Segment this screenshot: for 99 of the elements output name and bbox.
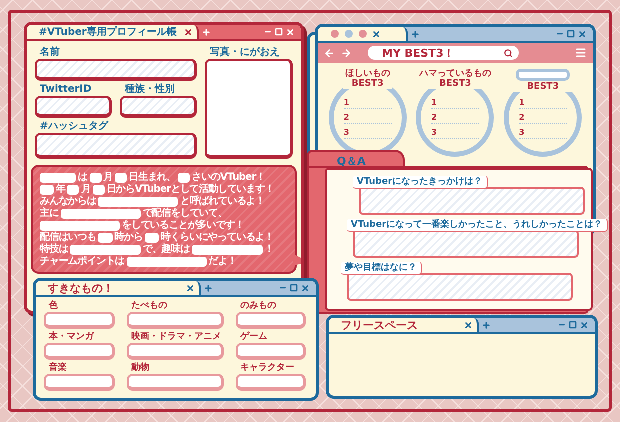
field-label: #ハッシュタグ	[38, 121, 110, 133]
fill-in-blank[interactable]	[90, 172, 102, 182]
answer-box[interactable]	[359, 187, 585, 215]
rank-number: 1	[519, 98, 525, 106]
sentence-text: 年	[56, 184, 66, 195]
fill-in-blank[interactable]	[192, 244, 263, 254]
rank-number: 3	[344, 128, 350, 136]
sentence-text: みんなからは	[40, 196, 96, 207]
field-label: のみもの	[238, 300, 278, 312]
input-field[interactable]	[120, 96, 197, 118]
title-field[interactable]	[516, 69, 570, 81]
input-field[interactable]	[44, 374, 114, 391]
field-label: 種族・性別	[123, 84, 177, 96]
close-icon[interactable]	[184, 28, 193, 36]
question-label: VTuberになって一番楽しかったこと、うれしかったことは？	[347, 219, 608, 232]
sentence-text: で配信をしていて、	[142, 208, 228, 219]
fill-in-blank[interactable]	[178, 172, 190, 182]
close-icon[interactable]	[580, 320, 589, 330]
sentence-text: さいのVTuber！	[192, 172, 266, 183]
field-label: キャラクター	[238, 362, 296, 374]
field-label: たべもの	[130, 300, 170, 312]
input-field[interactable]	[236, 374, 306, 391]
input-field[interactable]	[35, 59, 197, 81]
sentence-text: 特技は	[40, 244, 68, 255]
sentence-text: で、趣味は	[142, 244, 190, 255]
sentence-text: をしていることが多いです！	[122, 220, 244, 231]
maximize-icon[interactable]	[567, 30, 575, 38]
rank-number: 1	[431, 98, 438, 106]
input-field[interactable]	[44, 312, 114, 329]
input-field[interactable]	[35, 133, 197, 159]
rank-number: 2	[344, 112, 350, 122]
fill-in-blank[interactable]	[92, 184, 105, 194]
rank-number: 3	[431, 128, 438, 136]
window-dots-icon	[330, 30, 368, 38]
sentence-text: 日からVTuberとして活動しています！	[106, 184, 274, 195]
list-subtitle: BEST3	[440, 79, 472, 89]
list-title: ハマっているもの	[419, 69, 492, 79]
fill-in-blank[interactable]	[115, 172, 127, 182]
sentence-text: チャームポイントは	[40, 256, 125, 267]
sentence-text: と呼ばれているよ！	[180, 196, 266, 207]
fill-in-blank[interactable]	[60, 208, 141, 218]
field-label: 名前	[38, 47, 62, 59]
menu-icon[interactable]	[575, 47, 587, 59]
sentence-text: は	[78, 172, 88, 183]
question-label: 夢や目標はなに？	[341, 262, 422, 275]
sentence-text: 時くらいにやっているよ！	[161, 232, 274, 243]
answer-box[interactable]	[353, 230, 579, 258]
input-field[interactable]	[236, 343, 306, 360]
sentence-text: 配信はいつも	[40, 232, 96, 243]
list-subtitle: BEST3	[352, 79, 384, 89]
fill-in-blank[interactable]	[126, 256, 207, 266]
close-icon[interactable]	[301, 284, 310, 292]
question-label: VTuberになったきっかけは？	[353, 176, 488, 189]
list-subtitle: BEST3	[527, 82, 560, 92]
field-label: 色	[47, 300, 60, 312]
rank-number: 1	[344, 98, 350, 106]
field-label: ゲーム	[238, 331, 270, 343]
forward-arrow-icon[interactable]	[341, 48, 352, 58]
back-arrow-icon[interactable]	[324, 48, 335, 58]
fill-in-blank[interactable]	[67, 184, 80, 194]
maximize-icon[interactable]	[290, 284, 298, 292]
fill-in-blank[interactable]	[98, 196, 178, 206]
sentence-text: 主に	[40, 208, 59, 219]
sentence-text: 月	[104, 172, 113, 183]
close-icon[interactable]	[578, 30, 587, 38]
field-label: 動物	[130, 362, 152, 374]
input-field[interactable]	[126, 312, 224, 329]
close-icon[interactable]	[186, 284, 195, 292]
answer-box[interactable]	[347, 273, 573, 301]
rank-number: 2	[431, 112, 438, 122]
fill-in-blank[interactable]	[40, 172, 76, 182]
sentence-text: 月	[81, 184, 91, 195]
sentence-text: ！	[264, 244, 274, 255]
field-label: 写真・にがおえ	[208, 47, 282, 59]
field-label: 本・マンガ	[47, 331, 96, 343]
input-field[interactable]	[126, 374, 224, 391]
close-icon[interactable]	[464, 320, 473, 330]
rank-number: 3	[519, 128, 525, 136]
fill-in-blank[interactable]	[40, 184, 54, 194]
input-field[interactable]	[126, 343, 224, 360]
list-title: ほしいもの	[345, 69, 390, 79]
fill-in-blank[interactable]	[144, 232, 160, 242]
search-icon[interactable]	[504, 48, 513, 58]
photo-field[interactable]	[205, 59, 293, 159]
maximize-icon[interactable]	[569, 321, 577, 329]
fill-in-blank[interactable]	[98, 232, 113, 242]
fill-in-blank[interactable]	[40, 220, 120, 230]
sentence-text: 時から	[114, 232, 143, 243]
field-label: 映画・ドラマ・アニメ	[130, 331, 224, 343]
input-field[interactable]	[236, 312, 306, 329]
close-icon[interactable]	[372, 30, 381, 38]
sentence-text: 日生まれ、	[129, 172, 176, 183]
input-field[interactable]	[44, 343, 114, 360]
address-bar[interactable]: MY BEST3！	[368, 46, 519, 60]
sentence-text: だよ！	[208, 256, 237, 267]
field-label: 音楽	[47, 362, 69, 374]
fill-in-blank[interactable]	[70, 244, 141, 254]
input-field[interactable]	[35, 96, 112, 118]
rank-number: 2	[519, 112, 525, 122]
